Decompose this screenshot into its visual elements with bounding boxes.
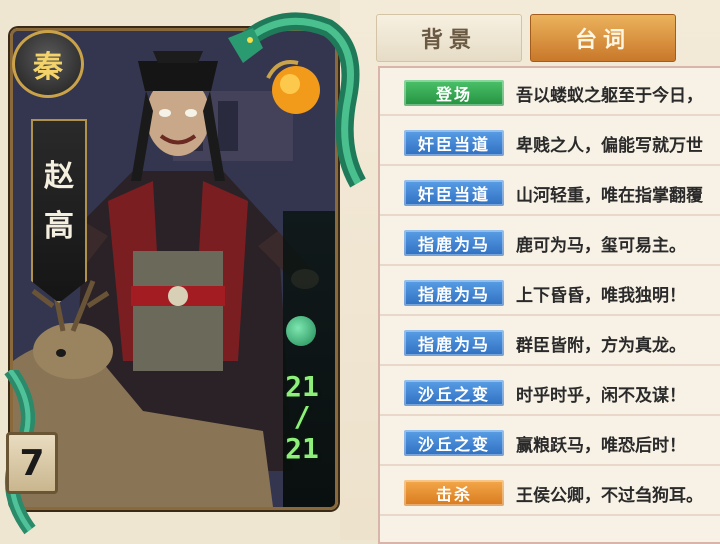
voice-line-text: 群臣皆附，方为真龙。 [516, 336, 686, 356]
hero-name-banner: 赵 高 [31, 119, 87, 303]
voice-line-text: 卑贱之人，偏能写就万世 [516, 136, 703, 156]
voice-line-text: 吾以蝼蚁之躯至于今日， [516, 86, 703, 106]
hp-max: 21 [285, 432, 319, 465]
voice-line-tag: 奸臣当道 [404, 130, 504, 156]
faction-badge: 秦 [12, 30, 84, 98]
voice-line-row[interactable]: 指鹿为马 鹿可为马，玺可易主。 [380, 222, 720, 266]
hero-name-char: 高 [44, 209, 74, 244]
cost-badge: 7 [6, 432, 58, 494]
voice-line-tag: 奸臣当道 [404, 180, 504, 206]
voice-line-text: 山河轻重，唯在指掌翻覆 [516, 186, 703, 206]
voice-line-tag: 沙丘之变 [404, 380, 504, 406]
voice-line-row[interactable]: 指鹿为马 群臣皆附，方为真龙。 [380, 322, 720, 366]
dragon-ornament-icon [228, 12, 366, 188]
voice-line-tag: 指鹿为马 [404, 230, 504, 256]
voice-line-tag: 沙丘之变 [404, 430, 504, 456]
voice-line-text: 上下昏昏，唯我独明！ [516, 286, 686, 306]
voice-line-row[interactable]: 登场 吾以蝼蚁之躯至于今日， [380, 72, 720, 116]
hp-separator: / [293, 400, 311, 433]
voice-line-tag: 指鹿为马 [404, 330, 504, 356]
voice-line-row[interactable]: 沙丘之变 时乎时乎，闲不及谋！ [380, 372, 720, 416]
voice-line-tag: 登场 [404, 80, 504, 106]
voice-line-row[interactable]: 奸臣当道 卑贱之人，偏能写就万世 [380, 122, 720, 166]
voice-line-row[interactable]: 沙丘之变 赢粮跃马，唯恐后时！ [380, 422, 720, 466]
hero-name-char: 赵 [44, 159, 74, 194]
tab-lines[interactable]: 台词 [530, 14, 676, 62]
voice-line-text: 鹿可为马，玺可易主。 [516, 236, 686, 256]
tab-background[interactable]: 背景 [376, 14, 522, 62]
voice-lines-panel: 登场 吾以蝼蚁之躯至于今日， 奸臣当道 卑贱之人，偏能写就万世 奸臣当道 山河轻… [378, 66, 720, 544]
jade-hp-icon [286, 316, 316, 346]
voice-line-text: 赢粮跃马，唯恐后时！ [516, 436, 686, 456]
voice-line-row[interactable]: 击杀 王侯公卿，不过刍狗耳。 [380, 472, 720, 516]
voice-line-tag: 击杀 [404, 480, 504, 506]
voice-line-row[interactable]: 指鹿为马 上下昏昏，唯我独明！ [380, 272, 720, 316]
voice-line-text: 王侯公卿，不过刍狗耳。 [516, 486, 703, 506]
voice-line-row[interactable]: 奸臣当道 山河轻重，唯在指掌翻覆 [380, 172, 720, 216]
hp-current: 21 [285, 370, 319, 403]
voice-line-tag: 指鹿为马 [404, 280, 504, 306]
voice-line-text: 时乎时乎，闲不及谋！ [516, 386, 686, 406]
